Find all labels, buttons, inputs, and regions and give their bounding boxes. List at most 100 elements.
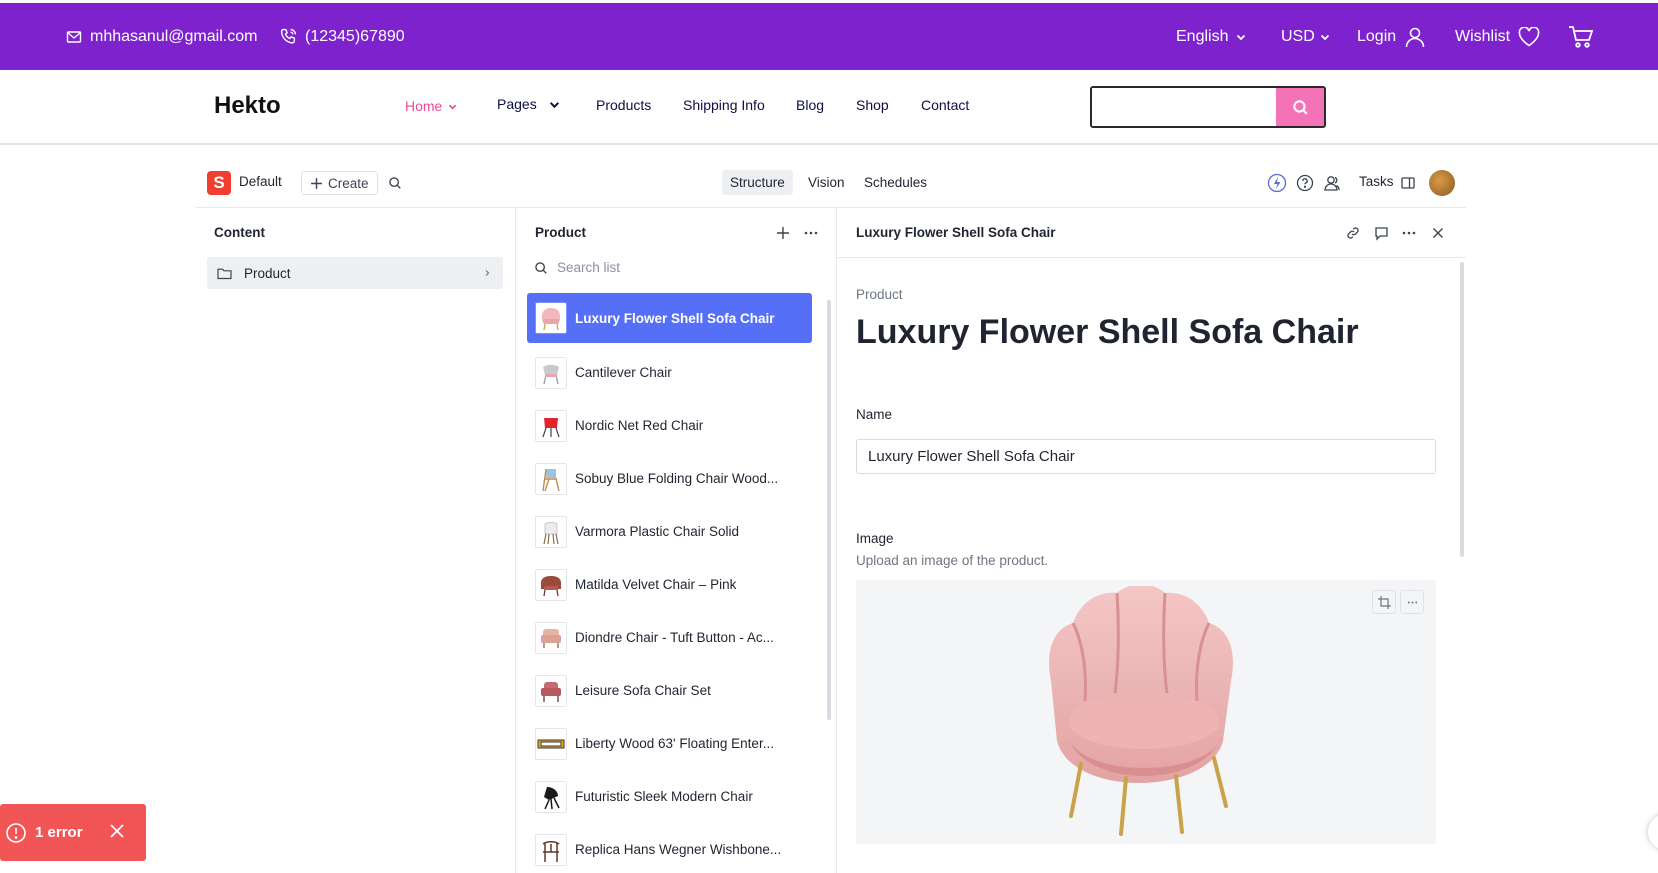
currency-select[interactable]: USD (1281, 3, 1330, 70)
nav-contact[interactable]: Contact (921, 97, 969, 113)
more-icon[interactable] (1399, 223, 1419, 243)
nav-shop[interactable]: Shop (856, 97, 889, 113)
add-document-button[interactable] (772, 222, 794, 244)
top-info-bar: mhhasanul@gmail.com (12345)67890 English… (0, 3, 1658, 70)
chair-thumbnail-icon (535, 833, 567, 866)
nav-blog[interactable]: Blog (796, 97, 824, 113)
list-item[interactable]: Leisure Sofa Chair Set (527, 664, 812, 717)
users-icon[interactable] (1321, 172, 1343, 194)
list-item-label: Nordic Net Red Chair (575, 418, 704, 433)
document-header: Luxury Flower Shell Sofa Chair (837, 208, 1466, 258)
workspace-name[interactable]: Default (239, 174, 282, 189)
nav-pages-label: Pages (497, 96, 537, 112)
list-item[interactable]: Liberty Wood 63' Floating Enter... (527, 717, 812, 770)
tasks-button[interactable]: Tasks (1359, 174, 1394, 189)
chair-thumbnail-icon (535, 515, 567, 548)
cart-icon (1568, 25, 1594, 49)
close-icon[interactable] (1428, 223, 1448, 243)
name-field[interactable] (856, 439, 1436, 474)
nav-home-label: Home (405, 98, 443, 114)
language-select[interactable]: English (1176, 3, 1246, 70)
document-type-label: Product (856, 287, 903, 302)
list-item-label: Liberty Wood 63' Floating Enter... (575, 736, 774, 751)
list-item[interactable]: Futuristic Sleek Modern Chair (527, 770, 812, 823)
list-item-label: Matilda Velvet Chair – Pink (575, 577, 737, 592)
list-search[interactable]: Search list (534, 260, 620, 275)
chair-thumbnail-icon (535, 568, 567, 601)
chevron-down-icon (549, 99, 560, 110)
avatar[interactable] (1429, 170, 1455, 196)
create-label: Create (328, 175, 369, 191)
site-search-button[interactable] (1276, 88, 1324, 126)
folder-icon (217, 267, 232, 280)
content-item-product[interactable]: Product (207, 257, 503, 289)
chevron-down-icon (1236, 32, 1246, 42)
help-icon[interactable] (1294, 172, 1316, 194)
currency-label: USD (1281, 27, 1315, 45)
chair-thumbnail-icon (535, 462, 567, 495)
product-pane-menu-button[interactable] (800, 222, 822, 244)
link-icon[interactable] (1343, 223, 1363, 243)
email-contact[interactable]: mhhasanul@gmail.com (66, 3, 257, 70)
image-field[interactable] (856, 580, 1436, 844)
list-item[interactable]: Varmora Plastic Chair Solid (527, 505, 812, 558)
list-search-placeholder: Search list (557, 260, 621, 275)
list-item-label: Futuristic Sleek Modern Chair (575, 789, 753, 804)
nav-pages[interactable]: Pages (497, 96, 560, 112)
phone-contact[interactable]: (12345)67890 (280, 3, 405, 70)
lightning-icon[interactable] (1266, 172, 1288, 194)
chair-thumbnail-icon (535, 674, 567, 707)
product-pane-title: Product (535, 225, 587, 240)
more-icon (1406, 601, 1419, 604)
nav-products[interactable]: Products (596, 97, 651, 113)
list-item[interactable]: Matilda Velvet Chair – Pink (527, 558, 812, 611)
list-scrollbar[interactable] (827, 300, 831, 720)
list-item[interactable]: Sobuy Blue Folding Chair Wood... (527, 452, 812, 505)
search-icon (1292, 99, 1309, 116)
product-image (1049, 586, 1233, 836)
wishlist-label: Wishlist (1455, 27, 1511, 45)
list-item[interactable]: Luxury Flower Shell Sofa Chair (527, 293, 812, 343)
tasks-label: Tasks (1359, 174, 1394, 189)
tab-structure[interactable]: Structure (722, 170, 793, 195)
chair-thumbnail-icon (535, 302, 567, 334)
list-item[interactable]: Nordic Net Red Chair (527, 399, 812, 452)
wishlist-link[interactable]: Wishlist (1455, 3, 1540, 70)
list-item[interactable]: Diondre Chair - Tuft Button - Ac... (527, 611, 812, 664)
document-scrollbar[interactable] (1460, 262, 1464, 557)
site-search-input[interactable] (1092, 88, 1278, 126)
list-item-label: Sobuy Blue Folding Chair Wood... (575, 471, 779, 486)
image-menu-button[interactable] (1400, 590, 1424, 614)
list-item[interactable]: Replica Hans Wegner Wishbone... (527, 823, 812, 873)
image-field-description: Upload an image of the product. (856, 553, 1049, 568)
phone-text: (12345)67890 (305, 27, 405, 45)
panel-toggle-icon[interactable] (1397, 172, 1419, 194)
error-icon (5, 822, 27, 844)
nav-shipping-info[interactable]: Shipping Info (683, 97, 765, 113)
furniture-thumbnail-icon (535, 727, 567, 760)
list-item-label: Leisure Sofa Chair Set (575, 683, 711, 698)
product-list: Luxury Flower Shell Sofa Chair Cantileve… (527, 293, 812, 873)
studio-search-button[interactable] (384, 172, 406, 194)
document-header-title: Luxury Flower Shell Sofa Chair (856, 225, 1056, 240)
list-item-label: Diondre Chair - Tuft Button - Ac... (575, 630, 774, 645)
tab-vision[interactable]: Vision (800, 170, 853, 195)
error-toast[interactable]: 1 error (0, 804, 146, 861)
login-link[interactable]: Login (1357, 3, 1426, 70)
chair-thumbnail-icon (535, 356, 567, 389)
pane-divider (836, 208, 837, 873)
chevron-right-icon (483, 269, 491, 277)
close-icon[interactable] (108, 822, 126, 840)
nav-home[interactable]: Home (405, 98, 457, 114)
list-item[interactable]: Cantilever Chair (527, 346, 812, 399)
site-logo[interactable]: Hekto (214, 92, 281, 120)
comment-icon[interactable] (1371, 223, 1391, 243)
plus-icon (310, 177, 323, 190)
floating-help-button[interactable] (1648, 814, 1658, 850)
tab-schedules[interactable]: Schedules (856, 170, 935, 195)
studio-logo[interactable]: S (207, 171, 231, 195)
cart-button[interactable] (1568, 3, 1594, 70)
create-button[interactable]: Create (301, 171, 378, 195)
chevron-down-icon (448, 102, 457, 111)
crop-icon[interactable] (1372, 590, 1396, 614)
